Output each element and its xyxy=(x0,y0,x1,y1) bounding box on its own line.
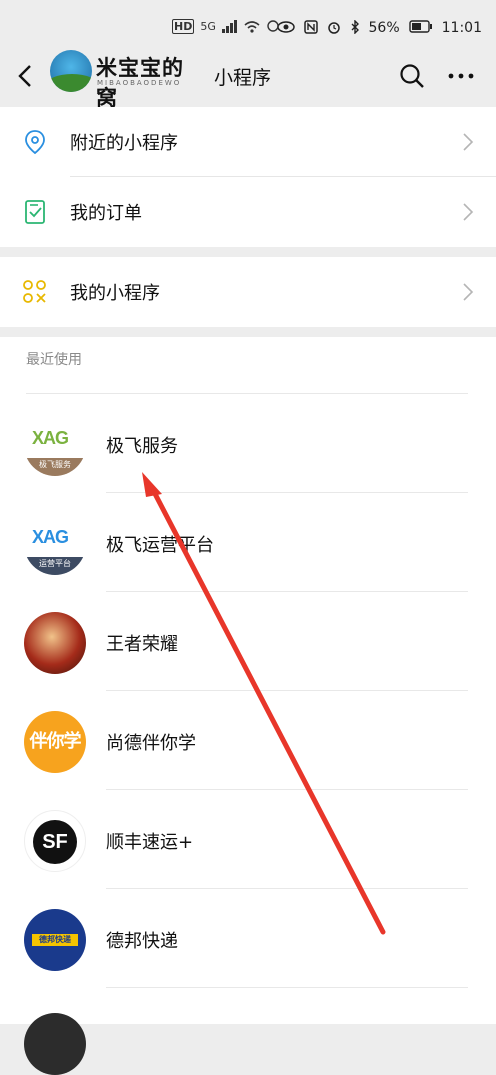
deppon-logo-icon: 德邦快递 xyxy=(24,909,86,971)
order-list-icon xyxy=(25,200,45,224)
list-item[interactable]: 德邦快递 德邦快递 xyxy=(0,889,496,988)
list-item[interactable]: SF 顺丰速运+ xyxy=(0,790,496,889)
menu-item-my-miniprograms[interactable]: 我的小程序 xyxy=(0,257,496,327)
logo-subtitle: MIBAOBAODEWO xyxy=(97,79,182,87)
status-bar-left: HD 5G xyxy=(172,19,280,34)
honor-of-kings-logo-icon xyxy=(24,612,86,674)
wifi-icon xyxy=(244,21,260,33)
menu-section-mine: 我的小程序 xyxy=(0,257,496,327)
app-name: 极飞服务 xyxy=(106,436,178,457)
battery-icon xyxy=(408,20,432,33)
sunlands-logo-icon: 伴你学 xyxy=(24,711,86,773)
page-title: 小程序 xyxy=(214,67,272,89)
divider xyxy=(106,987,468,988)
menu-section-primary: 附近的小程序 我的订单 xyxy=(0,107,496,247)
list-item[interactable]: XAG 极飞服务 极飞服务 xyxy=(0,394,496,493)
more-menu-button[interactable] xyxy=(446,62,476,90)
mini-program-grid-icon xyxy=(23,280,46,303)
alarm-icon xyxy=(327,22,340,34)
list-item[interactable]: XAG 运营平台 极飞运营平台 xyxy=(0,493,496,592)
logo: 米宝宝的窝 MIBAOBAODEWO xyxy=(50,48,200,110)
menu-item-nearby[interactable]: 附近的小程序 xyxy=(0,107,496,177)
section-header: 最近使用 xyxy=(26,352,82,368)
xag-platform-logo-icon: XAG 运营平台 xyxy=(24,513,86,575)
search-button[interactable] xyxy=(398,62,426,90)
hotspot-icon xyxy=(267,20,279,32)
hd-indicator: HD xyxy=(172,19,195,34)
chevron-right-icon xyxy=(463,283,474,301)
clock: 11:01 xyxy=(441,20,482,36)
list-item[interactable]: 伴你学 尚德伴你学 xyxy=(0,691,496,790)
menu-item-label: 附近的小程序 xyxy=(70,133,178,154)
app-name: 极飞运营平台 xyxy=(106,535,214,556)
recent-section: 最近使用 XAG 极飞服务 极飞服务 XAG 运营平台 极飞运营平台 王者荣耀 … xyxy=(0,337,496,1075)
partial-app-icon xyxy=(24,1013,86,1075)
menu-item-label: 我的订单 xyxy=(70,203,142,224)
chevron-right-icon xyxy=(463,133,474,151)
network-5g-indicator: 5G xyxy=(200,20,216,33)
app-name: 尚德伴你学 xyxy=(106,733,196,754)
list-item[interactable]: 王者荣耀 xyxy=(0,592,496,691)
signal-icon xyxy=(221,20,237,33)
nfc-icon xyxy=(303,20,318,34)
xag-service-logo-icon: XAG 极飞服务 xyxy=(24,414,86,476)
logo-mountain-icon xyxy=(50,50,92,92)
nav-bar: 米宝宝的窝 MIBAOBAODEWO 小程序 xyxy=(0,48,496,110)
chevron-right-icon xyxy=(463,203,474,221)
app-name: 王者荣耀 xyxy=(106,634,178,655)
app-name: 顺丰速运+ xyxy=(106,832,194,853)
back-button[interactable] xyxy=(14,60,38,92)
menu-item-orders[interactable]: 我的订单 xyxy=(0,177,496,247)
battery-percent: 56% xyxy=(368,20,400,36)
app-name: 德邦快递 xyxy=(106,931,178,952)
sf-express-logo-icon: SF xyxy=(24,810,86,872)
menu-item-label: 我的小程序 xyxy=(70,283,160,304)
bluetooth-icon xyxy=(351,20,359,34)
location-pin-icon xyxy=(25,130,45,155)
